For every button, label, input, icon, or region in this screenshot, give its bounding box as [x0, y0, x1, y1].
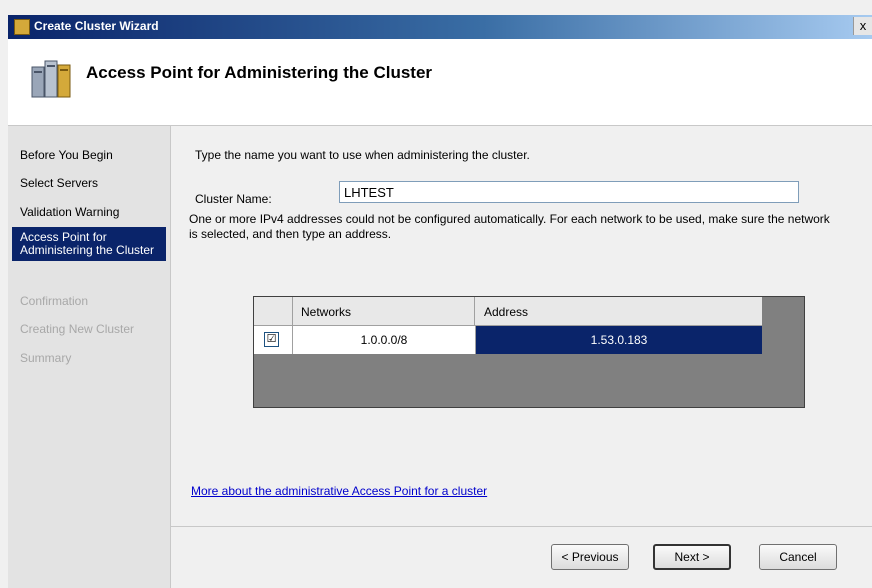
step-validation-warning[interactable]: Validation Warning — [12, 205, 166, 219]
header-check-column — [254, 297, 293, 325]
help-link[interactable]: More about the administrative Access Poi… — [191, 484, 487, 498]
address-cell[interactable]: 1.53.0.183 — [476, 326, 762, 354]
table-row[interactable]: ☑ 1.0.0.0/8 1.53.0.183 — [254, 326, 762, 354]
page-title: Access Point for Administering the Clust… — [86, 63, 433, 82]
step-before-you-begin[interactable]: Before You Begin — [12, 148, 166, 162]
wizard-window: Create Cluster Wizard x Access Point for… — [0, 0, 872, 588]
network-cell: 1.0.0.0/8 — [293, 326, 476, 354]
ipv4-info-text: One or more IPv4 addresses could not be … — [189, 212, 830, 241]
networks-grid: Networks Address ☑ 1.0.0.0/8 1.53.0.183 — [253, 296, 805, 408]
column-header-networks[interactable]: Networks — [293, 297, 475, 325]
grid-header: Networks Address — [254, 297, 762, 326]
previous-button[interactable]: < Previous — [551, 544, 629, 570]
cluster-app-icon — [14, 19, 30, 35]
main-content: Type the name you want to use when admin… — [171, 126, 872, 588]
window-title: Create Cluster Wizard — [34, 19, 159, 33]
network-checkbox[interactable]: ☑ — [264, 332, 279, 347]
cluster-name-label: Cluster Name: — [195, 192, 272, 206]
row-check-cell: ☑ — [254, 326, 293, 354]
instruction-text: Type the name you want to use when admin… — [195, 148, 530, 162]
wizard-header: Access Point for Administering the Clust… — [8, 39, 872, 126]
step-confirmation: Confirmation — [20, 294, 89, 308]
button-separator — [171, 526, 872, 527]
title-bar: Create Cluster Wizard x — [8, 15, 872, 39]
step-access-point[interactable]: Access Point for Administering the Clust… — [12, 227, 166, 261]
close-button[interactable]: x — [853, 17, 872, 35]
step-select-servers[interactable]: Select Servers — [12, 176, 166, 190]
step-summary: Summary — [20, 351, 72, 365]
column-header-address[interactable]: Address — [476, 297, 762, 325]
cluster-icon — [31, 60, 71, 98]
step-creating-new-cluster: Creating New Cluster — [20, 322, 135, 336]
next-button[interactable]: Next > — [653, 544, 731, 570]
cluster-name-input[interactable]: LHTEST — [339, 181, 799, 203]
steps-sidebar: Before You Begin Select Servers Validati… — [8, 126, 171, 588]
cancel-button[interactable]: Cancel — [759, 544, 837, 570]
